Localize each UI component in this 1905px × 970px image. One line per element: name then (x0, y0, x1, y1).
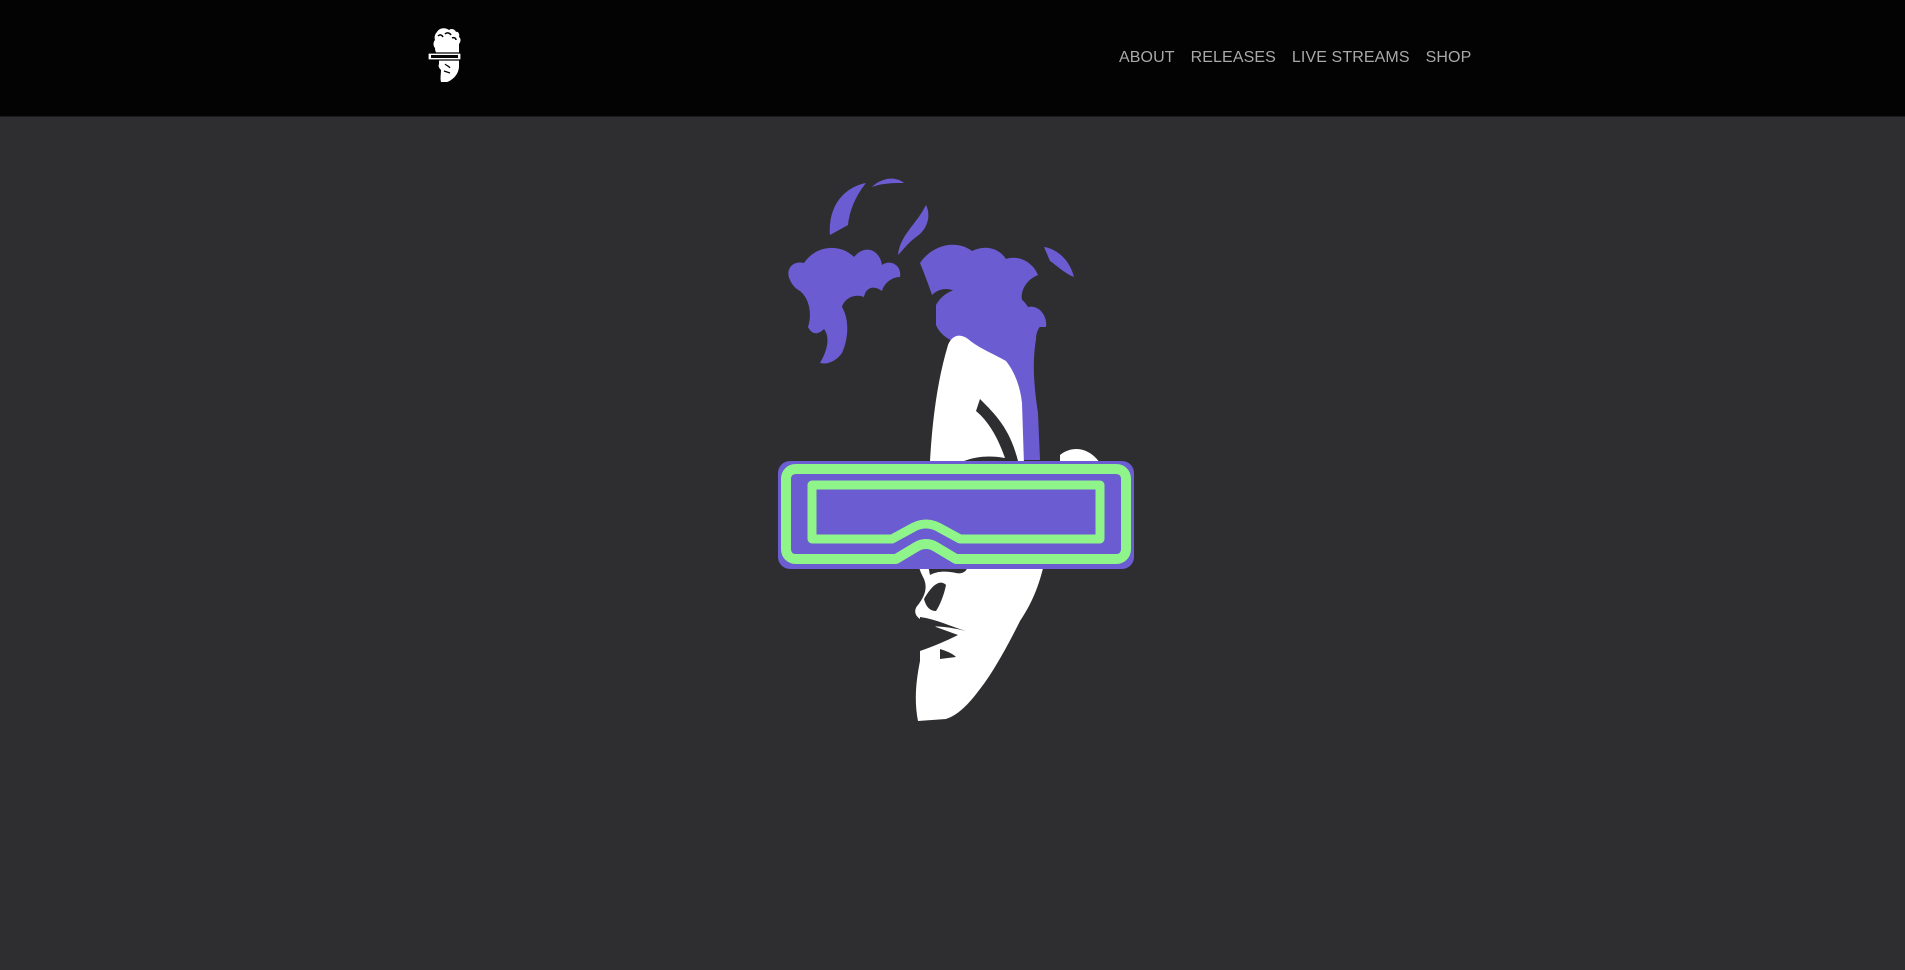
visor (778, 461, 1134, 569)
face-with-visor-illustration (778, 178, 1134, 721)
nav-live-streams-link[interactable]: LIVE STREAMS (1292, 48, 1410, 68)
home-logo-link[interactable] (425, 26, 467, 84)
main-nav: ABOUT RELEASES LIVE STREAMS SHOP (1119, 48, 1471, 68)
nav-about-link[interactable]: ABOUT (1119, 48, 1175, 68)
hair-shape (788, 178, 1074, 460)
top-navigation-bar: ABOUT RELEASES LIVE STREAMS SHOP (0, 0, 1905, 117)
face-visor-logo-icon (427, 28, 462, 82)
nav-releases-link[interactable]: RELEASES (1191, 48, 1276, 68)
nav-shop-link[interactable]: SHOP (1426, 48, 1472, 68)
